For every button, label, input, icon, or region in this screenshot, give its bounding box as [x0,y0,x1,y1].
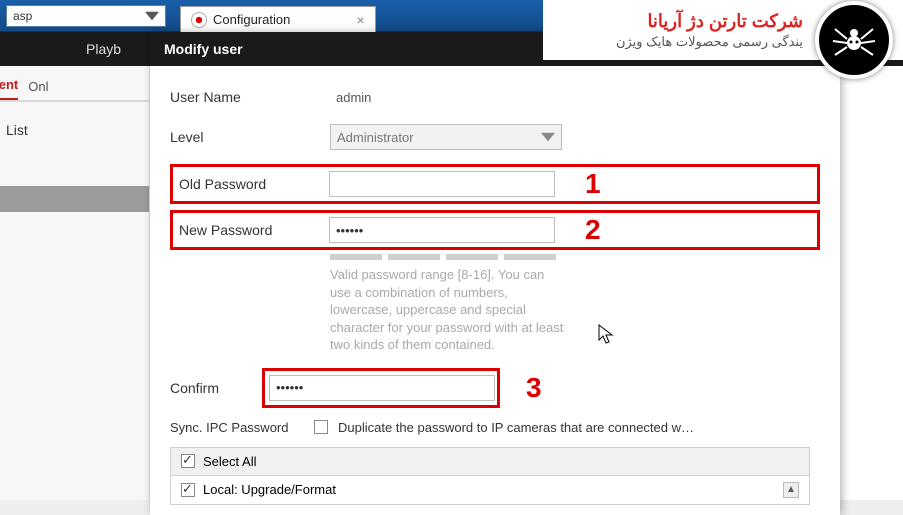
confirm-password-field[interactable] [269,375,495,401]
annotation-1: 1 [585,168,601,200]
sync-label: Sync. IPC Password [170,420,304,435]
annotation-3: 3 [526,372,542,404]
left-sidebar: gement Onl List [0,66,150,500]
new-password-label: New Password [179,222,329,238]
chevron-down-icon [541,130,555,144]
confirm-password-row: Confirm 3 [170,368,820,408]
confirm-label: Confirm [170,380,262,396]
brand-logo [815,1,893,79]
list-item[interactable] [0,186,149,212]
tab-online[interactable]: Onl [18,79,48,100]
sync-checkbox[interactable] [314,420,328,434]
sync-description: Duplicate the password to IP cameras tha… [338,420,694,435]
permission-checkbox[interactable] [181,483,195,497]
address-bar[interactable]: asp [6,5,166,27]
level-label: Level [170,129,330,145]
browser-tab[interactable]: Configuration × [180,6,376,34]
level-select[interactable]: Administrator [330,124,562,150]
dropdown-icon[interactable] [145,9,159,23]
username-field [330,84,562,110]
old-password-row: Old Password 1 [170,164,820,204]
select-all-row[interactable]: Select All [171,448,809,476]
permissions-box: Select All Local: Upgrade/Format ▲ [170,447,810,505]
favicon-icon [191,12,207,28]
level-value: Administrator [337,130,414,145]
modify-user-dialog: Modify user User Name Level Administrato… [150,32,840,515]
password-strength-meter [330,254,820,260]
brand-title: شرکت تارتن دژ آریانا [616,11,803,32]
old-password-label: Old Password [179,176,329,192]
new-password-row: New Password 2 [170,210,820,250]
sync-ipc-row: Sync. IPC Password Duplicate the passwor… [170,420,820,435]
annotation-2: 2 [585,214,601,246]
close-icon[interactable]: × [356,12,364,28]
brand-subtitle: یندگی رسمی محصولات هایک ویژن [616,34,803,50]
tab-management[interactable]: gement [0,77,18,100]
tab-title: Configuration [213,12,290,27]
permission-label: Local: Upgrade/Format [203,482,336,497]
address-text: asp [13,6,32,26]
scroll-up-button[interactable]: ▲ [783,482,799,498]
old-password-field[interactable] [329,171,555,197]
mouse-cursor-icon [598,324,616,346]
spider-icon [829,15,879,65]
select-all-checkbox[interactable] [181,454,195,468]
new-password-field[interactable] [329,217,555,243]
username-label: User Name [170,89,330,105]
password-hint: Valid password range [8-16]. You can use… [330,266,568,354]
nav-playback[interactable]: Playb [86,41,121,57]
brand-overlay: شرکت تارتن دژ آریانا یندگی رسمی محصولات … [543,0,903,60]
select-all-label: Select All [203,454,256,469]
list-heading: List [6,122,149,138]
